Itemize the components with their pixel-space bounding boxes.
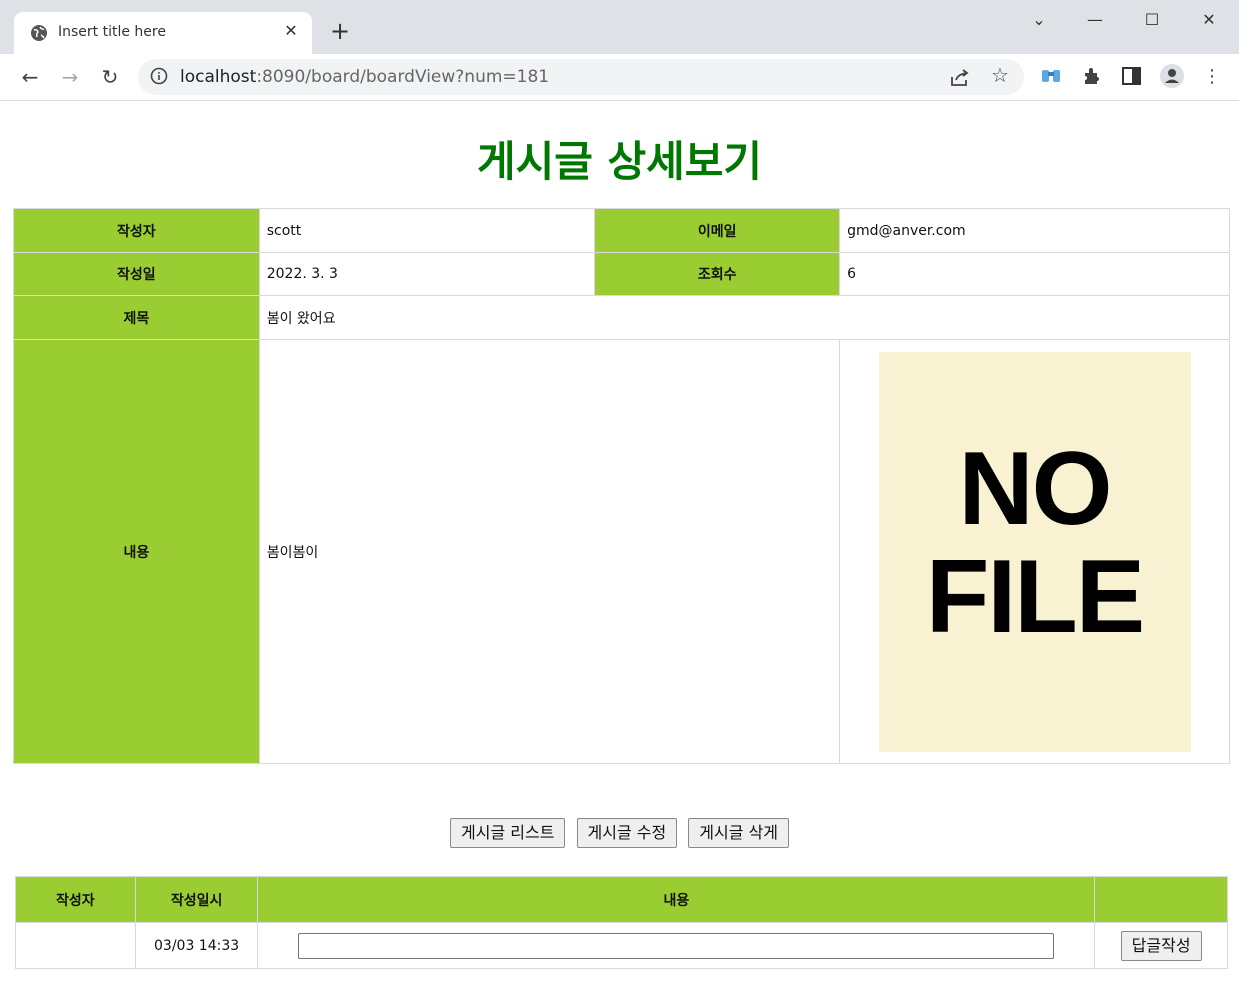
content-label: 내용: [13, 339, 260, 764]
delete-button[interactable]: 게시글 삭게: [688, 818, 789, 848]
email-label: 이메일: [594, 208, 841, 253]
address-bar[interactable]: localhost:8090/board/boardView?num=181 ☆: [138, 59, 1024, 95]
url-path: :8090/board/boardView?num=181: [256, 67, 550, 87]
writer-label: 작성자: [13, 208, 260, 253]
reply-header-content: 내용: [257, 876, 1096, 923]
close-tab-icon[interactable]: ✕: [280, 20, 302, 42]
reply-writer: [15, 922, 136, 969]
reply-table: 작성자 작성일시 내용 03/03 14:33 답글작성: [15, 876, 1228, 969]
writer-value: scott: [258, 208, 596, 253]
bookmark-star-icon[interactable]: ☆: [988, 63, 1012, 87]
share-icon[interactable]: [948, 65, 972, 89]
close-window-icon[interactable]: ✕: [1186, 6, 1232, 34]
reply-content-input[interactable]: [298, 932, 1055, 959]
reply-action-cell: 답글작성: [1094, 922, 1228, 969]
side-panel-icon[interactable]: [1120, 64, 1144, 88]
reload-icon[interactable]: ↻: [96, 63, 124, 91]
page-title: 게시글 상세보기: [476, 137, 763, 186]
date-label: 작성일: [13, 252, 260, 296]
tab-search-icon[interactable]: ⌄: [1016, 6, 1062, 34]
reply-header-datetime: 작성일시: [134, 876, 259, 923]
back-icon[interactable]: ←: [16, 63, 44, 91]
tab-strip: Insert title here ✕ + ⌄ — ☐ ✕: [0, 0, 1239, 54]
post-detail-table: 작성자 scott 이메일 gmd@anver.com 작성일 2022. 3.…: [13, 208, 1231, 764]
no-file-text-line2: FILE: [925, 538, 1145, 655]
edit-button[interactable]: 게시글 수정: [576, 818, 678, 848]
list-button[interactable]: 게시글 리스트: [450, 818, 566, 848]
date-value: 2022. 3. 3: [258, 252, 596, 296]
extensions-puzzle-icon[interactable]: [1080, 64, 1104, 88]
maximize-icon[interactable]: ☐: [1129, 6, 1175, 34]
no-file-image: NO FILE: [878, 351, 1191, 752]
url-text: localhost:8090/board/boardView?num=181: [180, 67, 549, 87]
action-buttons: 게시글 리스트 게시글 수정 게시글 삭게: [0, 818, 1239, 848]
tab-title: Insert title here: [58, 24, 166, 40]
binoculars-extension-icon[interactable]: [1039, 64, 1063, 88]
reply-submit-button[interactable]: 답글작성: [1120, 930, 1202, 961]
no-file-text-line1: NO: [958, 430, 1113, 547]
forward-icon[interactable]: →: [56, 63, 84, 91]
views-label: 조회수: [594, 252, 841, 296]
reply-header-action: [1094, 876, 1228, 923]
profile-avatar-icon[interactable]: [1160, 64, 1184, 88]
email-value: gmd@anver.com: [839, 208, 1230, 253]
browser-menu-icon[interactable]: ⋮: [1198, 63, 1226, 91]
site-info-icon[interactable]: [150, 67, 168, 85]
content-value: 봄이봄이: [258, 339, 841, 764]
new-tab-icon[interactable]: +: [326, 18, 354, 46]
minimize-icon[interactable]: —: [1072, 6, 1118, 34]
browser-toolbar: ← → ↻ localhost:8090/board/boardView?num…: [0, 54, 1239, 101]
browser-tab[interactable]: Insert title here ✕: [14, 12, 312, 54]
subject-value: 봄이 왔어요: [258, 295, 1231, 340]
reply-datetime: 03/03 14:33: [134, 922, 259, 969]
globe-icon: [31, 25, 47, 41]
reply-input-cell: [257, 922, 1096, 969]
subject-label: 제목: [13, 295, 260, 340]
url-host: localhost: [180, 67, 257, 87]
views-value: 6: [839, 252, 1230, 296]
attachment-cell: NO FILE: [839, 339, 1230, 764]
reply-header-writer: 작성자: [15, 876, 136, 923]
